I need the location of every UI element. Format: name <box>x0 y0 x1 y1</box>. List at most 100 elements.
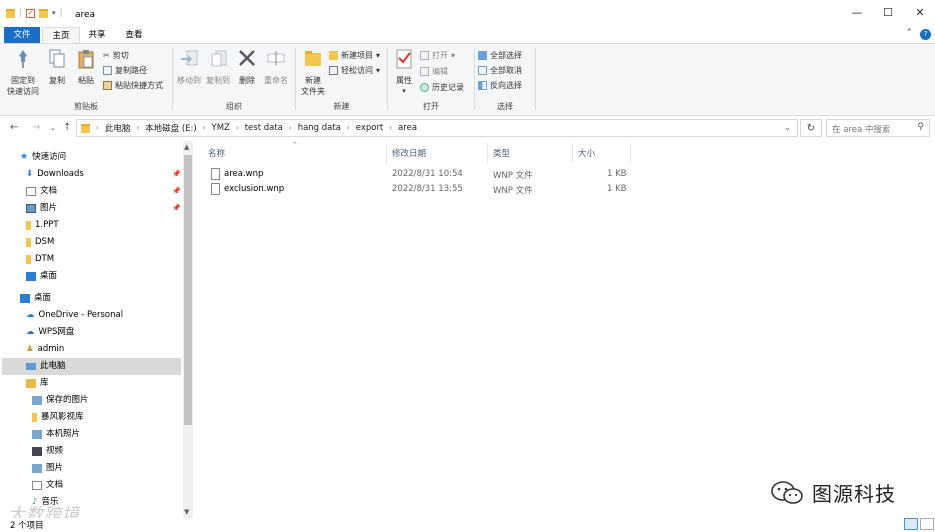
quick-access-toolbar: | ✓ ▾ | <box>6 8 63 18</box>
nav-lib-documents[interactable]: 文档 <box>32 477 63 494</box>
address-bar[interactable]: › 此电脑 › 本地磁盘 (E:) › YMZ › test data › hang d… <box>76 119 798 137</box>
nav-dsm[interactable]: DSM <box>26 234 54 251</box>
star-icon: ★ <box>20 152 29 162</box>
customize-toolbar-icon[interactable]: ▾ <box>52 9 56 17</box>
table-row[interactable]: exclusion.wnp 2022/8/31 13:55 WNP 文件 1 K… <box>195 182 695 197</box>
new-folder-quick-icon[interactable] <box>39 8 49 18</box>
watermark-brand: 图源科技 <box>770 478 896 507</box>
nav-onedrive[interactable]: ☁ OneDrive - Personal <box>26 307 123 324</box>
up-button[interactable]: ↑ <box>63 122 71 133</box>
refresh-button[interactable]: ↻ <box>800 119 822 137</box>
nav-videos[interactable]: 视频 <box>32 443 63 460</box>
folder-icon <box>26 221 31 230</box>
select-none-button[interactable]: 全部取消 <box>478 65 522 76</box>
breadcrumb-test-data[interactable]: test data <box>245 123 283 133</box>
breadcrumb-hang-data[interactable]: hang data <box>298 123 341 133</box>
tab-share[interactable]: 共享 <box>82 27 112 43</box>
edit-button[interactable]: 编辑 <box>420 66 448 77</box>
pictures-icon <box>32 396 42 405</box>
table-row[interactable]: area.wnp 2022/8/31 10:54 WNP 文件 1 KB <box>195 167 695 182</box>
invert-selection-button[interactable]: 反向选择 <box>478 80 522 91</box>
library-icon <box>26 379 36 388</box>
rename-button[interactable]: 重命名 <box>262 48 290 86</box>
nav-baofeng[interactable]: 暴风影视库 <box>32 409 84 426</box>
file-icon <box>211 183 220 195</box>
cut-button[interactable]: ✂ 剪切 <box>103 50 129 61</box>
clipboard-group: 固定到 快速访问 复制 粘贴 ✂ 剪切 复制路径 粘贴快捷方式 剪贴板 <box>0 46 172 114</box>
search-input[interactable]: 在 area 中搜索 ⚲ <box>826 119 930 137</box>
maximize-button[interactable]: ☐ <box>873 6 903 22</box>
edit-icon <box>420 67 429 76</box>
copy-icon <box>49 49 65 68</box>
forward-button[interactable]: → <box>32 122 40 133</box>
new-folder-button[interactable]: 新建 文件夹 <box>298 48 328 97</box>
breadcrumb-ymz[interactable]: YMZ <box>212 123 230 133</box>
nav-pictures[interactable]: 图片 <box>26 200 57 217</box>
copy-path-button[interactable]: 复制路径 <box>103 65 147 76</box>
properties-quick-icon[interactable]: ✓ <box>26 8 36 18</box>
nav-scrollbar[interactable]: ▲ ▼ <box>183 141 193 518</box>
large-icons-view-icon[interactable] <box>920 518 934 530</box>
select-all-button[interactable]: 全部选择 <box>478 50 522 61</box>
back-button[interactable]: ← <box>10 122 18 133</box>
tab-home[interactable]: 主页 <box>42 27 80 43</box>
nav-wps[interactable]: ☁ WPS网盘 <box>26 324 74 341</box>
copy-to-button[interactable]: 复制到 <box>204 48 232 86</box>
clipboard-group-label: 剪贴板 <box>74 102 98 111</box>
nav-documents[interactable]: 文档 <box>26 183 57 200</box>
nav-quick-access[interactable]: ★ 快速访问 <box>20 149 66 166</box>
minimize-button[interactable]: — <box>842 6 872 22</box>
history-button[interactable]: 历史记录 <box>420 82 464 93</box>
nav-desktop-quick[interactable]: 桌面 <box>26 268 57 285</box>
paste-button[interactable]: 粘贴 <box>73 48 99 86</box>
easy-access-button[interactable]: 轻松访问 ▾ <box>329 65 380 76</box>
copy-button[interactable]: 复制 <box>44 48 70 86</box>
column-size[interactable]: 大小 <box>578 147 595 159</box>
nav-camera-roll[interactable]: 本机照片 <box>32 426 80 443</box>
sort-ascending-icon: ⌃ <box>292 141 298 149</box>
collapse-ribbon-icon[interactable]: ⌃ <box>905 28 913 38</box>
nav-downloads[interactable]: ⬇ Downloads <box>26 166 84 183</box>
nav-desktop[interactable]: 桌面 <box>20 290 51 307</box>
nav-dtm[interactable]: DTM <box>26 251 54 268</box>
address-dropdown-icon[interactable]: ⌄ <box>784 123 791 132</box>
scroll-up-icon[interactable]: ▲ <box>184 143 189 151</box>
nav-saved-pictures[interactable]: 保存的图片 <box>32 392 89 409</box>
breadcrumb-this-pc[interactable]: 此电脑 <box>105 122 131 134</box>
properties-button[interactable]: 属性 ▾ <box>391 48 417 97</box>
file-date: 2022/8/31 10:54 <box>392 169 463 179</box>
breadcrumb-export[interactable]: export <box>356 123 384 133</box>
new-item-button[interactable]: 新建项目 ▾ <box>329 50 380 61</box>
paste-shortcut-button[interactable]: 粘贴快捷方式 <box>103 80 163 91</box>
location-folder-icon <box>81 123 90 133</box>
nav-library[interactable]: 库 <box>26 375 49 392</box>
move-to-button[interactable]: 移动到 <box>175 48 203 86</box>
copy-path-icon <box>103 66 112 75</box>
column-date[interactable]: 修改日期 <box>392 147 426 159</box>
recent-locations-button[interactable]: ⌄ <box>50 124 56 132</box>
open-button[interactable]: 打开 ▾ <box>420 50 455 61</box>
breadcrumb-area[interactable]: area <box>398 123 417 133</box>
nav-1ppt[interactable]: 1.PPT <box>26 217 59 234</box>
paste-shortcut-icon <box>103 81 112 90</box>
scroll-thumb[interactable] <box>184 155 192 425</box>
tab-view[interactable]: 查看 <box>118 27 150 43</box>
nav-lib-pictures[interactable]: 图片 <box>32 460 63 477</box>
organize-group-label: 组织 <box>226 102 242 111</box>
column-name[interactable]: 名称 <box>208 147 225 159</box>
nav-admin[interactable]: ♟ admin <box>26 341 64 358</box>
nav-this-pc[interactable]: 此电脑 <box>2 358 181 375</box>
close-button[interactable]: ✕ <box>905 6 935 22</box>
new-group: 新建 文件夹 新建项目 ▾ 轻松访问 ▾ 新建 <box>296 46 387 114</box>
column-type[interactable]: 类型 <box>493 147 510 159</box>
tab-file[interactable]: 文件 <box>4 27 40 43</box>
folder-icon <box>26 255 31 264</box>
breadcrumb-drive-e[interactable]: 本地磁盘 (E:) <box>145 122 197 134</box>
help-icon[interactable]: ? <box>920 29 931 40</box>
details-view-icon[interactable] <box>904 518 918 530</box>
select-group-label: 选择 <box>497 102 513 111</box>
delete-button[interactable]: 删除 <box>235 48 259 86</box>
pin-quick-access-button[interactable]: 固定到 快速访问 <box>5 48 41 97</box>
file-type: WNP 文件 <box>493 186 533 196</box>
scroll-down-icon[interactable]: ▼ <box>184 508 189 516</box>
